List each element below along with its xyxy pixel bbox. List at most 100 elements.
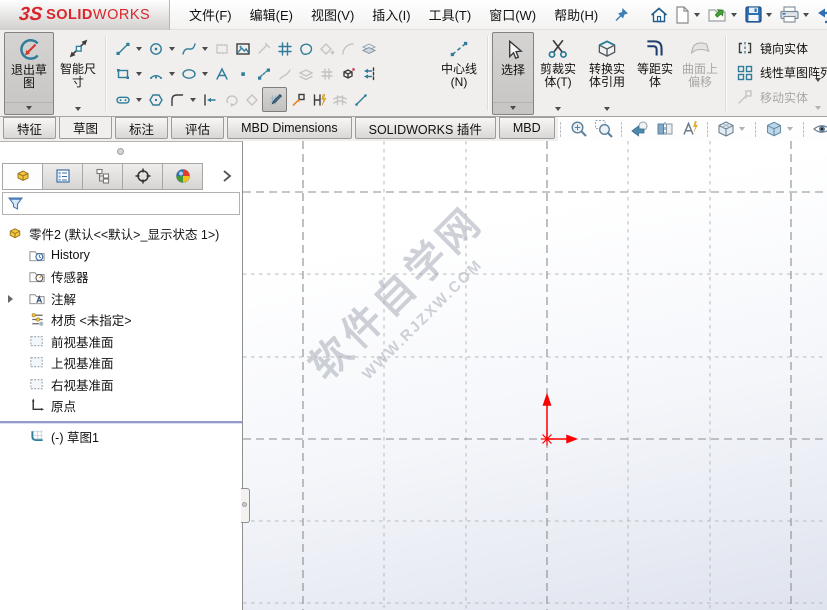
freeform-region-tool[interactable] <box>295 37 316 61</box>
snap-points-tool[interactable] <box>253 62 274 86</box>
polygon-tool[interactable] <box>145 88 166 112</box>
panel-flyout-button[interactable] <box>222 169 239 183</box>
tab-features[interactable]: 特征 <box>3 117 56 139</box>
tab-featuremanager[interactable] <box>2 163 43 190</box>
hide-show-items-button[interactable] <box>812 119 827 139</box>
arc-tool-dropdown[interactable] <box>166 62 178 86</box>
tree-item-annotations[interactable]: 注解 <box>0 288 242 310</box>
fillet-tool-dropdown[interactable] <box>187 88 199 112</box>
offset-entities-button[interactable]: 等距实体 <box>632 32 678 115</box>
hide-annotations-button[interactable] <box>680 119 700 139</box>
smart-dimension-dropdown[interactable] <box>54 104 102 115</box>
open-document-button[interactable] <box>706 3 741 27</box>
linear-pattern-dropdown[interactable] <box>815 78 821 82</box>
tree-item-top-plane[interactable]: 上视基准面 <box>0 352 242 374</box>
layers-tool[interactable] <box>358 37 379 61</box>
menu-window[interactable]: 窗口(W) <box>480 0 545 29</box>
trim-entities-button[interactable]: 剪裁实体(T) <box>534 32 582 115</box>
view-orientation-dropdown[interactable] <box>739 127 745 131</box>
menu-tools[interactable]: 工具(T) <box>420 0 481 29</box>
print-dropdown[interactable] <box>803 13 809 17</box>
slot-tool-dropdown[interactable] <box>133 88 145 112</box>
view-orientation-button[interactable] <box>716 119 748 139</box>
select-dropdown[interactable] <box>493 102 533 114</box>
menu-view[interactable]: 视图(V) <box>302 0 363 29</box>
select-button[interactable]: 选择 <box>492 32 534 115</box>
display-style-button[interactable] <box>764 119 796 139</box>
stretch-entities-tool[interactable] <box>199 88 220 112</box>
tab-dimxpertmanager[interactable] <box>122 163 163 190</box>
save-dropdown[interactable] <box>766 13 772 17</box>
spline-tool-dropdown[interactable] <box>199 37 211 61</box>
move-copy-tool[interactable] <box>287 88 308 112</box>
convert-entities-button[interactable]: 转换实体引用 <box>582 32 632 115</box>
trim-dropdown[interactable] <box>534 104 582 115</box>
tree-root-part[interactable]: 零件2 (默认<<默认>_显示状态 1>) <box>0 223 242 245</box>
open-document-dropdown[interactable] <box>731 13 737 17</box>
save-button[interactable] <box>743 3 776 26</box>
smart-dimension-button[interactable]: 智能尺寸 <box>54 32 102 115</box>
exit-sketch-button[interactable]: 退出草图 <box>4 32 54 115</box>
convert-dropdown[interactable] <box>582 104 632 115</box>
home-button[interactable] <box>648 3 670 27</box>
sketch-picture-tool[interactable] <box>232 37 253 61</box>
panel-splitter[interactable] <box>0 142 242 162</box>
tree-item-front-plane[interactable]: 前视基准面 <box>0 331 242 353</box>
line-tool[interactable] <box>112 37 133 61</box>
expand-arrow-icon[interactable] <box>8 295 13 303</box>
centerline-button[interactable]: 中心线(N) <box>434 32 484 115</box>
sketch-pencil-tool-active[interactable] <box>262 87 287 112</box>
tree-item-origin[interactable]: 原点 <box>0 395 242 417</box>
zoom-fit-button[interactable] <box>569 119 589 139</box>
tree-item-sensors[interactable]: 传感器 <box>0 266 242 288</box>
previous-view-button[interactable] <box>630 119 650 139</box>
tree-filter-input[interactable] <box>28 194 239 214</box>
section-view-button[interactable] <box>655 119 675 139</box>
split-entities-tool[interactable] <box>350 88 371 112</box>
tab-mbd-dimensions[interactable]: MBD Dimensions <box>227 117 352 139</box>
tree-item-material[interactable]: 材质 <未指定> <box>0 309 242 331</box>
zoom-to-area-button[interactable] <box>594 119 614 139</box>
menu-insert[interactable]: 插入(I) <box>363 0 419 29</box>
sketch-fillet-tool[interactable] <box>166 88 187 112</box>
tree-item-right-plane[interactable]: 右视基准面 <box>0 374 242 396</box>
tab-configurationmanager[interactable] <box>82 163 123 190</box>
point-tool[interactable] <box>232 62 253 86</box>
display-style-dropdown[interactable] <box>787 127 793 131</box>
3d-sketch-rotate-tool[interactable] <box>337 62 358 86</box>
pin-menu-button[interactable] <box>613 6 630 23</box>
corner-rectangle-tool[interactable] <box>112 62 133 86</box>
rectangle-tool-dropdown[interactable] <box>133 62 145 86</box>
slot-tool[interactable] <box>112 88 133 112</box>
line-tool-dropdown[interactable] <box>133 37 145 61</box>
tab-evaluate[interactable]: 评估 <box>171 117 224 139</box>
circle-tool-dropdown[interactable] <box>166 37 178 61</box>
tab-solidworks-addins[interactable]: SOLIDWORKS 插件 <box>355 117 496 139</box>
new-document-dropdown[interactable] <box>694 13 700 17</box>
tab-sketch-active[interactable]: 草图 <box>59 116 112 139</box>
menu-edit[interactable]: 编辑(E) <box>241 0 302 29</box>
rollback-bar[interactable] <box>0 421 242 423</box>
sketch-text-tool[interactable] <box>211 62 232 86</box>
circle-tool[interactable] <box>145 37 166 61</box>
spline-tool[interactable] <box>178 37 199 61</box>
tab-markup[interactable]: 标注 <box>115 117 168 139</box>
linear-pattern-button[interactable]: 线性草图阵列 <box>736 62 827 84</box>
convert-direction-tool[interactable] <box>358 62 379 86</box>
tab-mbd[interactable]: MBD <box>499 117 555 139</box>
tree-item-history[interactable]: History <box>0 245 242 267</box>
print-button[interactable] <box>778 3 813 26</box>
arc-3point-tool[interactable] <box>145 62 166 86</box>
new-document-button[interactable] <box>672 3 704 27</box>
tree-item-sketch1[interactable]: (-) 草图1 <box>0 426 242 448</box>
menu-help[interactable]: 帮助(H) <box>545 0 607 29</box>
sketch-grid-tool[interactable] <box>274 37 295 61</box>
ellipse-tool-dropdown[interactable] <box>199 62 211 86</box>
repair-sketch-tool[interactable] <box>308 88 329 112</box>
mirror-entities-button[interactable]: 镜向实体 <box>736 37 827 59</box>
exit-sketch-dropdown[interactable] <box>5 102 53 114</box>
tab-displaymanager[interactable] <box>162 163 203 190</box>
menu-file[interactable]: 文件(F) <box>180 0 241 29</box>
ellipse-tool[interactable] <box>178 62 199 86</box>
panel-collapse-handle[interactable] <box>241 488 250 523</box>
